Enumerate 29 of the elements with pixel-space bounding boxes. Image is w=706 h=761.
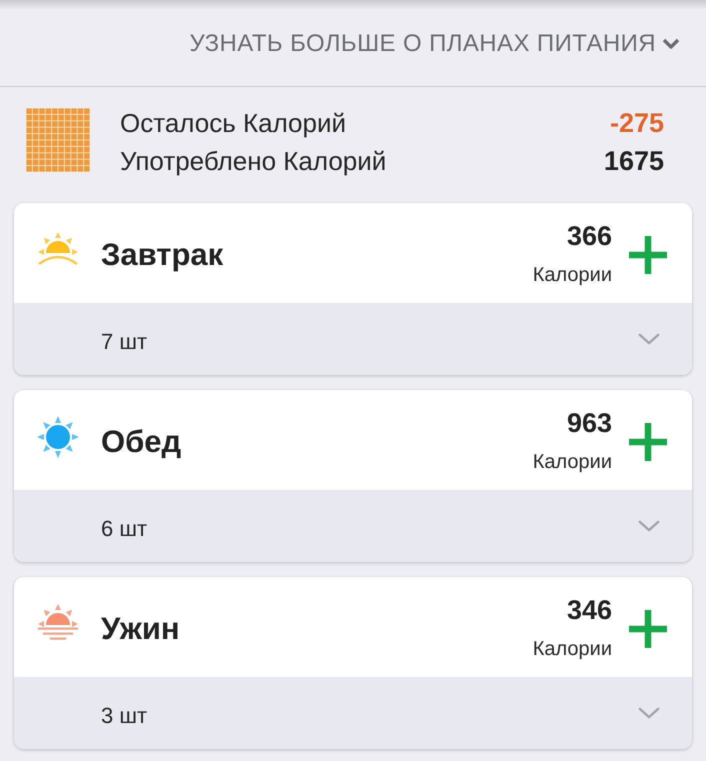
chevron-down-icon[interactable]: [638, 706, 660, 720]
item-count: 6 шт: [101, 516, 148, 542]
calorie-count: 366: [566, 220, 612, 252]
meal-title: Обед: [101, 424, 182, 460]
plus-icon: [629, 610, 667, 648]
sunrise-icon: [37, 233, 79, 267]
meal-title: Завтрак: [101, 237, 224, 273]
calorie-label: Осталось Калорий: [120, 108, 346, 138]
item-count: 3 шт: [101, 703, 148, 729]
calorie-value: -275: [610, 108, 664, 138]
plus-icon: [629, 423, 667, 461]
grid-icon: [26, 108, 90, 172]
calorie-unit: Калории: [532, 263, 612, 288]
add-button[interactable]: [629, 236, 667, 274]
plans-link[interactable]: УЗНАТЬ БОЛЬШЕ О ПЛАНАХ ПИТАНИЯ: [190, 30, 680, 58]
add-button[interactable]: [629, 423, 667, 461]
meal-title: Ужин: [101, 611, 180, 647]
calorie-label: Употреблено Калорий: [120, 146, 386, 176]
sun-icon: [37, 416, 79, 458]
calorie-value: 1675: [604, 146, 664, 176]
plus-icon: [629, 236, 667, 274]
calorie-count: 346: [566, 594, 612, 626]
add-button[interactable]: [629, 610, 667, 648]
calorie-count: 963: [566, 407, 612, 439]
chevron-down-icon[interactable]: [638, 520, 660, 532]
calorie-unit: Калории: [532, 637, 612, 662]
calorie-unit: Калории: [532, 450, 612, 475]
item-count: 7 шт: [101, 329, 148, 355]
chevron-down-icon[interactable]: [638, 332, 660, 346]
